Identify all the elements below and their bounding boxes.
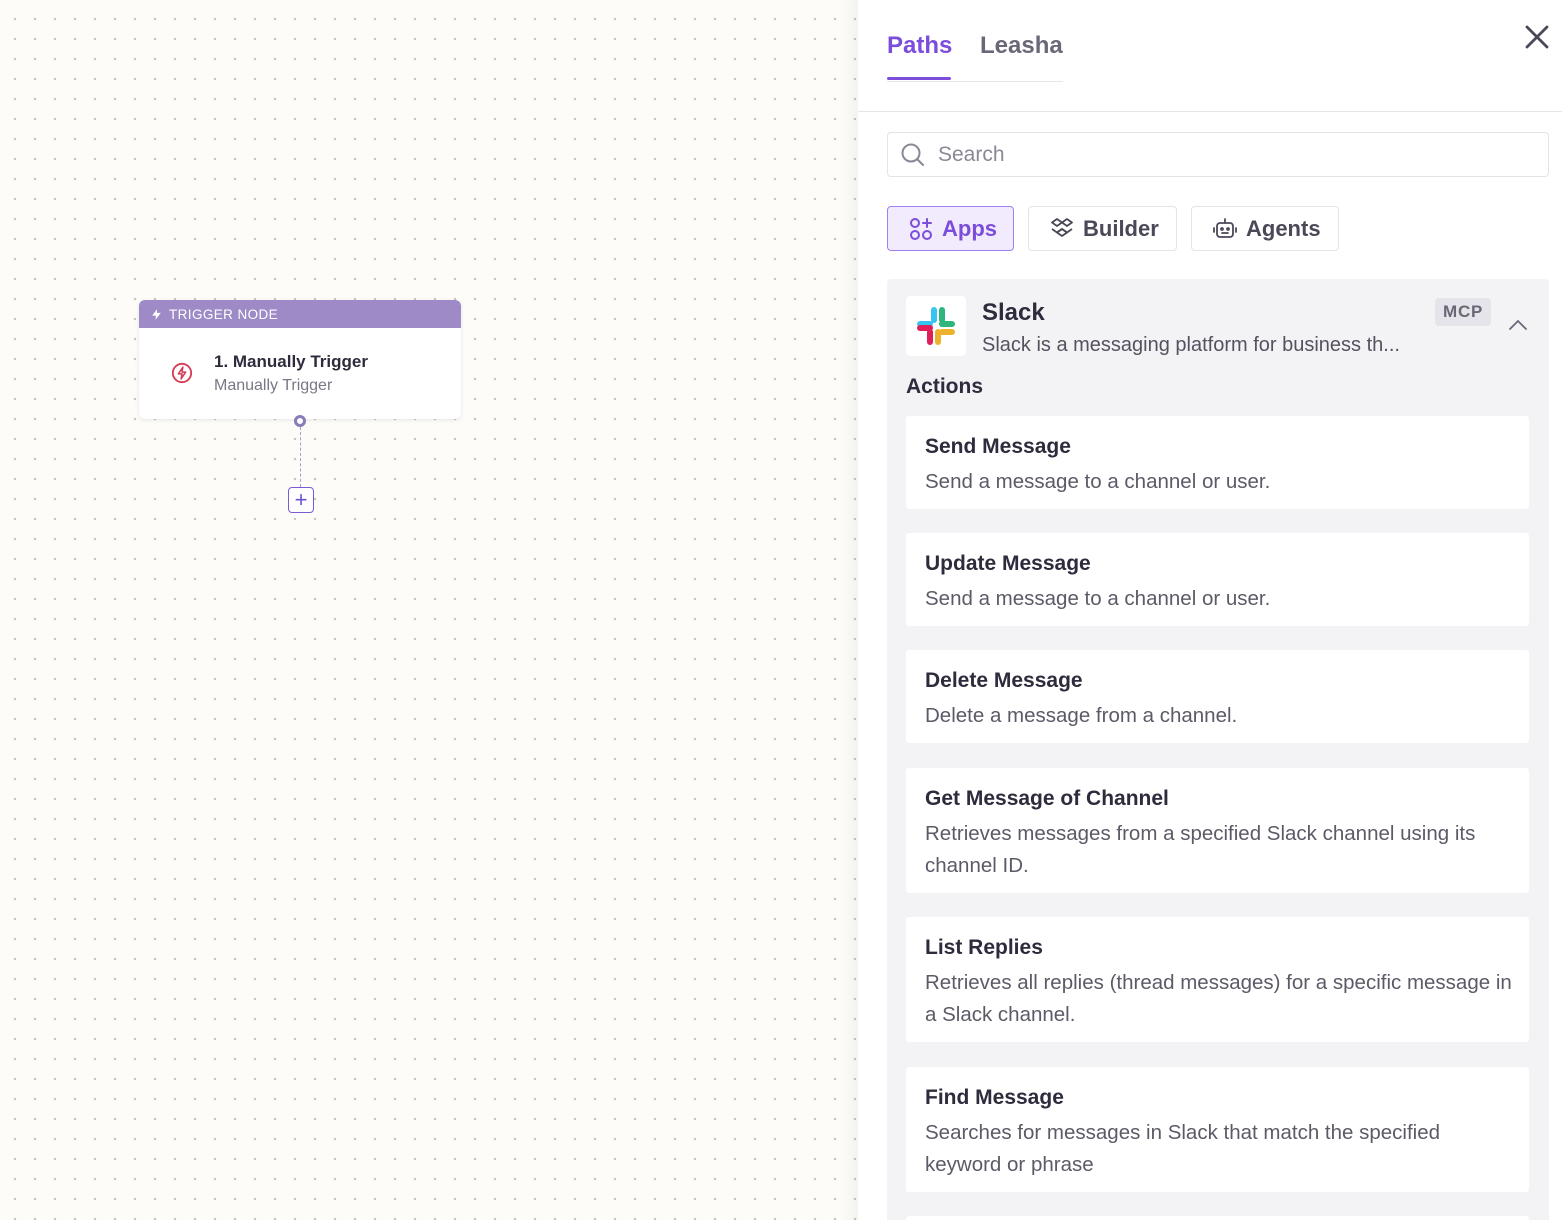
action-card-find-message[interactable]: Find Message Searches for messages in Sl…	[906, 1067, 1529, 1192]
action-card-partial[interactable]	[906, 1216, 1529, 1220]
panel-divider	[858, 111, 1562, 112]
node-output-handle[interactable]	[294, 415, 306, 427]
action-description: Retrieves messages from a specified Slac…	[925, 822, 1476, 877]
search-icon	[901, 143, 924, 166]
action-description: Send a message to a channel or user.	[925, 587, 1271, 610]
mcp-badge: MCP	[1435, 298, 1492, 326]
lightning-icon	[152, 308, 161, 320]
robot-icon	[1213, 217, 1237, 238]
action-card-list-replies[interactable]: List Replies Retrieves all replies (thre…	[906, 917, 1529, 1042]
filter-builder-button[interactable]: Builder	[1028, 206, 1177, 251]
filter-agents-label: Agents	[1246, 215, 1321, 241]
side-panel: Paths Leasha Apps	[858, 0, 1562, 1220]
action-title: Update Message	[925, 552, 1091, 575]
node-header-label: TRIGGER NODE	[169, 306, 279, 322]
trigger-node[interactable]: TRIGGER NODE 1. Manually Trigger Manuall…	[139, 300, 461, 419]
builder-icon	[1051, 217, 1073, 237]
apps-icon	[910, 217, 932, 240]
action-description: Send a message to a channel or user.	[925, 470, 1271, 493]
action-card-get-message-of-channel[interactable]: Get Message of Channel Retrieves message…	[906, 768, 1529, 893]
action-card-update-message[interactable]: Update Message Send a message to a chann…	[906, 533, 1529, 626]
node-title: 1. Manually Trigger	[214, 352, 368, 371]
active-tab-indicator	[887, 77, 951, 80]
action-title: Find Message	[925, 1086, 1064, 1109]
node-body: 1. Manually Trigger Manually Trigger	[139, 328, 461, 419]
slack-icon	[917, 307, 955, 345]
action-card-send-message[interactable]: Send Message Send a message to a channel…	[906, 416, 1529, 509]
app-name: Slack	[982, 299, 1045, 326]
filter-apps-label: Apps	[942, 215, 997, 241]
plus-icon: +	[294, 487, 308, 512]
workflow-editor: TRIGGER NODE 1. Manually Trigger Manuall…	[0, 0, 1562, 1220]
action-description: Delete a message from a channel.	[925, 704, 1238, 727]
app-description: Slack is a messaging platform for busine…	[982, 334, 1400, 356]
chevron-up-icon[interactable]	[1507, 317, 1529, 333]
actions-heading: Actions	[906, 375, 984, 398]
canvas-edge-shadow	[838, 0, 858, 1220]
app-section-slack: Slack Slack is a messaging platform for …	[887, 279, 1549, 1220]
tab-paths[interactable]: Paths	[887, 32, 952, 60]
tab-leasha[interactable]: Leasha	[980, 32, 1063, 60]
action-title: Delete Message	[925, 669, 1083, 692]
filter-apps-button[interactable]: Apps	[887, 206, 1014, 251]
close-icon[interactable]	[1522, 22, 1552, 52]
panel-tabs: Paths Leasha	[887, 0, 1063, 82]
node-header: TRIGGER NODE	[139, 300, 461, 328]
slack-logo	[906, 296, 966, 356]
search-input[interactable]	[938, 133, 1538, 176]
trigger-bolt-icon	[171, 362, 193, 384]
action-title: Send Message	[925, 435, 1071, 458]
filter-agents-button[interactable]: Agents	[1191, 206, 1339, 251]
node-subtitle: Manually Trigger	[214, 377, 333, 394]
action-title: List Replies	[925, 936, 1043, 959]
action-card-delete-message[interactable]: Delete Message Delete a message from a c…	[906, 650, 1529, 743]
add-node-button[interactable]: +	[288, 487, 314, 513]
workflow-canvas[interactable]: TRIGGER NODE 1. Manually Trigger Manuall…	[0, 0, 858, 1220]
action-title: Get Message of Channel	[925, 787, 1169, 810]
action-description: Searches for messages in Slack that matc…	[925, 1121, 1441, 1176]
connector-line	[300, 427, 301, 487]
search-box	[887, 132, 1549, 177]
filter-builder-label: Builder	[1083, 215, 1159, 241]
action-description: Retrieves all replies (thread messages) …	[925, 971, 1512, 1026]
